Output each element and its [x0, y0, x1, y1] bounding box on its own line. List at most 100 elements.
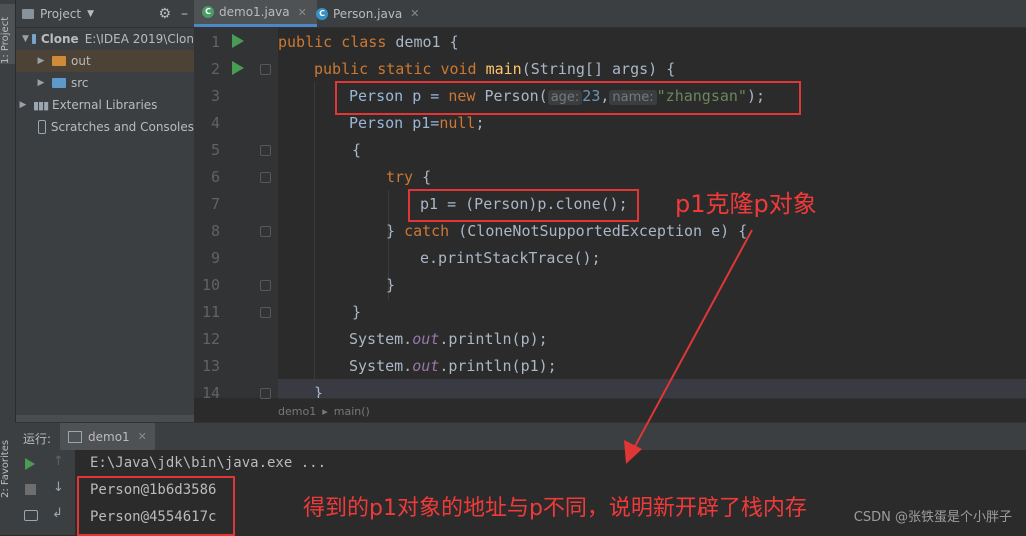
breadcrumb-class[interactable]: demo1	[278, 405, 316, 418]
indent-guide	[314, 82, 315, 382]
close-icon[interactable]: ✕	[410, 7, 419, 20]
breadcrumb: demo1 ▸ main()	[278, 398, 1026, 423]
code-line-8: } catch (CloneNotSupportedException e) {	[386, 222, 748, 240]
java-class-icon: C	[202, 6, 214, 18]
annotation-box-line3	[335, 81, 801, 115]
scroll-up-icon[interactable]: ↑	[53, 454, 64, 469]
annotation-clone-note: p1克隆p对象	[675, 190, 817, 218]
line-number: 8	[210, 222, 220, 240]
line-number: 10	[201, 276, 220, 294]
run-toolbar: ↑ ↓ ↲	[15, 450, 75, 535]
code-line-6: try {	[386, 168, 432, 186]
fold-marker-icon[interactable]	[260, 226, 271, 237]
fold-marker-icon[interactable]	[260, 64, 271, 75]
run-class-icon[interactable]	[232, 34, 244, 48]
chevron-down-icon[interactable]: ▼	[87, 9, 94, 19]
project-tool-tab[interactable]: 1: Project	[0, 4, 15, 64]
tab-person-java[interactable]: C Person.java ✕	[308, 0, 430, 27]
fold-marker-icon[interactable]	[260, 145, 271, 156]
tree-item-scratches[interactable]: Scratches and Consoles	[16, 116, 194, 138]
stop-icon[interactable]	[25, 484, 36, 495]
expand-arrow-icon[interactable]: ▼	[22, 34, 29, 44]
project-header: Project ▼ ⚙ –	[16, 0, 194, 28]
run-label: 运行:	[23, 432, 52, 446]
fold-marker-icon[interactable]	[260, 172, 271, 183]
soft-wrap-icon[interactable]: ↲	[52, 506, 63, 521]
line-number: 3	[210, 87, 220, 105]
annotation-box-clone	[408, 189, 639, 222]
editor-gutter: 1 2 3 4 5 6 7 8 9 10 11 12 13 14	[194, 28, 278, 402]
left-tool-strip: 1: Project 2: Favorites	[0, 0, 16, 535]
line-number: 1	[210, 33, 220, 51]
camera-icon[interactable]	[24, 510, 38, 521]
java-class-icon: C	[316, 7, 328, 20]
scratch-icon	[38, 120, 46, 134]
line-number: 12	[201, 330, 220, 348]
rerun-icon[interactable]	[25, 458, 35, 470]
tree-item-label: Clone	[40, 32, 79, 46]
tree-item-out[interactable]: ▶ out	[16, 50, 194, 72]
tab-label: Person.java	[333, 6, 403, 21]
close-icon[interactable]: ✕	[298, 6, 307, 19]
code-line-11: }	[352, 303, 362, 321]
breadcrumb-separator-icon: ▸	[322, 404, 328, 418]
watermark: CSDN @张铁蛋是个小胖子	[853, 510, 1012, 525]
project-header-label[interactable]: Project	[40, 7, 81, 21]
expand-arrow-icon[interactable]: ▶	[36, 56, 46, 66]
horizontal-scrollbar[interactable]	[16, 415, 194, 422]
console-icon	[68, 430, 82, 443]
fold-marker-icon[interactable]	[260, 280, 271, 291]
run-tool-header: 运行: demo1 ✕	[15, 422, 1026, 450]
library-icon: ▮▮▮	[33, 98, 49, 112]
line-number: 9	[210, 249, 220, 267]
line-number: 14	[201, 384, 220, 402]
close-icon[interactable]: ✕	[138, 430, 147, 443]
project-panel: Project ▼ ⚙ – ▼ Clone E:\IDEA 2019\Clon …	[16, 0, 194, 422]
code-line-14: }	[314, 384, 324, 398]
expand-arrow-icon[interactable]: ▶	[18, 100, 28, 110]
line-number: 13	[201, 357, 220, 375]
tree-item-src[interactable]: ▶ src	[16, 72, 194, 94]
line-number: 4	[210, 114, 220, 132]
run-tab-label: demo1	[88, 429, 130, 444]
line-number: 2	[210, 60, 220, 78]
tree-item-label: out	[71, 54, 91, 68]
current-line-highlight	[278, 379, 1026, 398]
code-line-13: System.out.println(p1);	[349, 357, 557, 375]
console-line: E:\Java\jdk\bin\java.exe ...	[90, 455, 327, 471]
code-line-5: {	[352, 141, 362, 159]
module-folder-icon	[31, 34, 36, 44]
fold-marker-icon[interactable]	[260, 307, 271, 318]
code-line-2: public static void main(String[] args) {	[314, 60, 676, 78]
tree-item-label: External Libraries	[52, 98, 158, 112]
scroll-down-icon[interactable]: ↓	[53, 480, 64, 495]
line-number: 6	[210, 168, 220, 186]
tree-item-clone[interactable]: ▼ Clone E:\IDEA 2019\Clon	[16, 28, 194, 50]
tree-item-path: E:\IDEA 2019\Clon	[84, 32, 194, 46]
gear-icon[interactable]: ⚙	[158, 6, 171, 22]
folder-blue-icon	[52, 78, 66, 88]
editor-tab-bar: C demo1.java ✕ C Person.java ✕	[194, 0, 1026, 28]
run-tab-demo1[interactable]: demo1 ✕	[60, 423, 155, 450]
code-line-1: public class demo1 {	[278, 33, 459, 51]
tree-item-label: Scratches and Consoles	[50, 120, 194, 134]
expand-arrow-icon[interactable]: ▶	[36, 78, 46, 88]
code-line-10: }	[386, 276, 396, 294]
tab-demo1-java[interactable]: C demo1.java ✕	[194, 0, 317, 27]
line-number: 5	[210, 141, 220, 159]
code-line-12: System.out.println(p);	[349, 330, 548, 348]
annotation-result-note: 得到的p1对象的地址与p不同，说明新开辟了栈内存	[303, 496, 807, 521]
favorites-tool-tab[interactable]: 2: Favorites	[0, 438, 15, 498]
line-number: 7	[210, 195, 220, 213]
run-main-icon[interactable]	[232, 61, 244, 75]
folder-orange-icon	[52, 56, 66, 66]
breadcrumb-method[interactable]: main()	[334, 405, 370, 418]
fold-marker-icon[interactable]	[260, 388, 271, 399]
minimize-icon[interactable]: –	[181, 6, 188, 22]
code-line-9: e.printStackTrace();	[420, 249, 601, 267]
project-view-icon	[22, 8, 34, 19]
annotation-box-console	[77, 476, 235, 536]
tab-label: demo1.java	[219, 5, 290, 19]
tree-item-external-libraries[interactable]: ▶ ▮▮▮ External Libraries	[16, 94, 194, 116]
line-number: 11	[201, 303, 220, 321]
